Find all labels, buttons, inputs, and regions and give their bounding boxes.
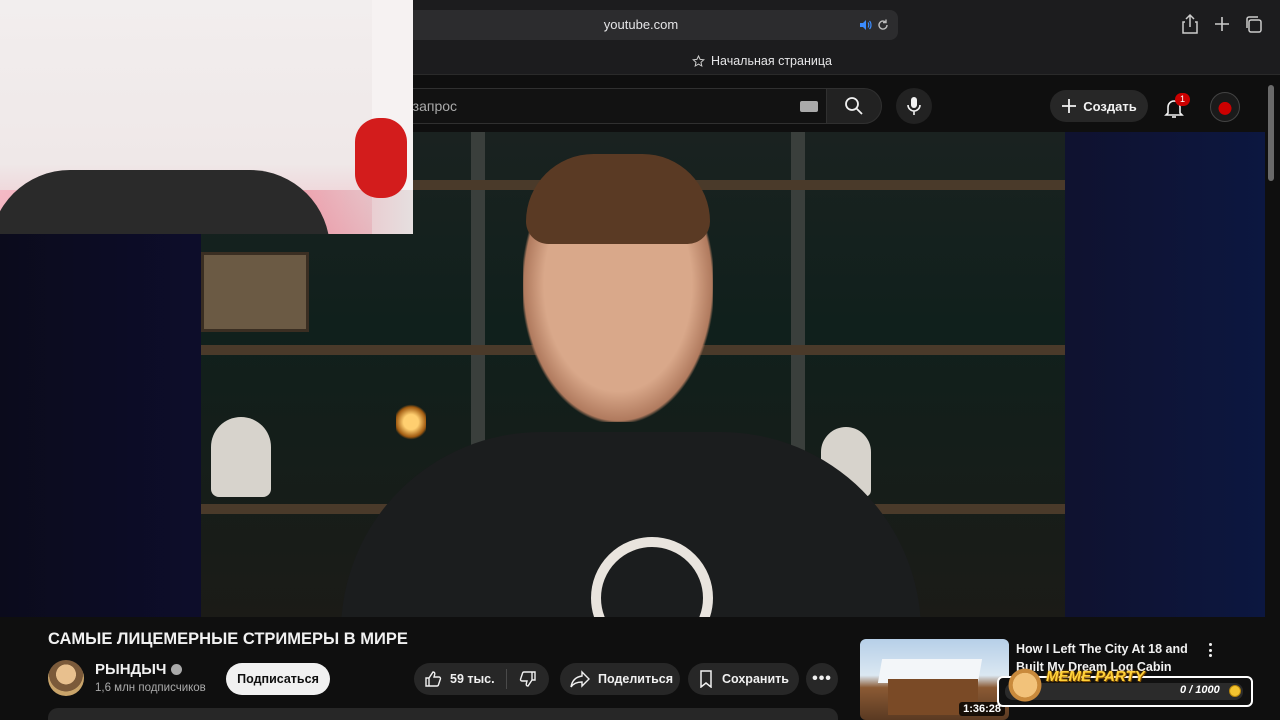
save-label: Сохранить [722, 672, 789, 686]
thumbs-down-icon [519, 671, 536, 687]
plus-icon [1062, 99, 1077, 113]
bookmark-icon [700, 670, 712, 688]
recommendation-menu-button[interactable] [1202, 641, 1218, 659]
recommendation-thumbnail[interactable]: 1:36:28 [860, 639, 1009, 720]
url-text: youtube.com [603, 17, 679, 32]
radio-prop [201, 252, 309, 332]
menu-dot [1208, 654, 1212, 657]
new-tab-icon[interactable] [1212, 13, 1232, 35]
webcam-blanket [0, 170, 330, 234]
statue-prop [211, 417, 271, 497]
create-button[interactable]: Создать [1050, 90, 1148, 122]
more-actions-button[interactable]: ••• [806, 663, 838, 695]
reload-icon[interactable] [876, 18, 890, 32]
share-label: Поделиться [598, 672, 674, 686]
channel-name[interactable]: РЫНДЫЧ [95, 661, 183, 678]
verified-icon [171, 664, 183, 675]
microphone-icon [907, 97, 921, 115]
meme-progress-text: 0 / 1000 [1180, 684, 1220, 696]
create-label: Создать [1083, 98, 1137, 114]
dislike-button[interactable] [507, 663, 549, 695]
like-dislike-group: 59 тыс. [414, 663, 549, 695]
subscriber-count: 1,6 млн подписчиков [95, 682, 206, 694]
channel-name-text: РЫНДЫЧ [95, 661, 167, 678]
share-button[interactable]: Поделиться [560, 663, 680, 695]
lamp-prop [396, 402, 426, 442]
account-avatar[interactable] [1210, 92, 1240, 122]
like-button[interactable]: 59 тыс. [414, 663, 506, 695]
share-arrow-icon [570, 670, 590, 688]
page-scrollbar[interactable] [1268, 85, 1274, 181]
meme-party-title: MEME PARTY [1046, 668, 1145, 685]
webcam-overlay [0, 0, 413, 234]
like-count: 59 тыс. [450, 672, 495, 686]
description-box[interactable] [48, 708, 838, 720]
save-button[interactable]: Сохранить [688, 663, 799, 695]
star-icon [692, 54, 705, 67]
presenter-hair [526, 154, 710, 244]
menu-dot [1208, 643, 1212, 646]
video-title: САМЫЕ ЛИЦЕМЕРНЫЕ СТРИМЕРЫ В МИРЕ [48, 630, 408, 648]
channel-avatar[interactable] [48, 660, 84, 696]
speaker-icon[interactable] [858, 18, 872, 32]
subscribe-button[interactable]: Подписаться [226, 663, 330, 695]
tabs-overview-icon[interactable] [1244, 13, 1264, 35]
page: youtube.com Начальная страница е запрос … [0, 0, 1280, 720]
webcam-toy [355, 118, 407, 198]
voice-search-button[interactable] [896, 88, 932, 124]
favorites-home-label: Начальная страница [711, 54, 832, 68]
search-icon [845, 97, 863, 115]
keyboard-icon[interactable] [800, 101, 818, 112]
doge-icon [1008, 668, 1042, 706]
thumbs-up-icon [425, 671, 442, 687]
search-input[interactable]: е запрос [384, 88, 826, 124]
coin-icon [1229, 685, 1241, 697]
search-button[interactable] [826, 88, 882, 124]
favorites-home-link[interactable]: Начальная страница [692, 54, 832, 68]
address-bar[interactable]: youtube.com [384, 10, 898, 40]
share-icon[interactable] [1180, 13, 1200, 35]
menu-dot [1208, 648, 1212, 652]
notification-badge: 1 [1175, 93, 1190, 106]
